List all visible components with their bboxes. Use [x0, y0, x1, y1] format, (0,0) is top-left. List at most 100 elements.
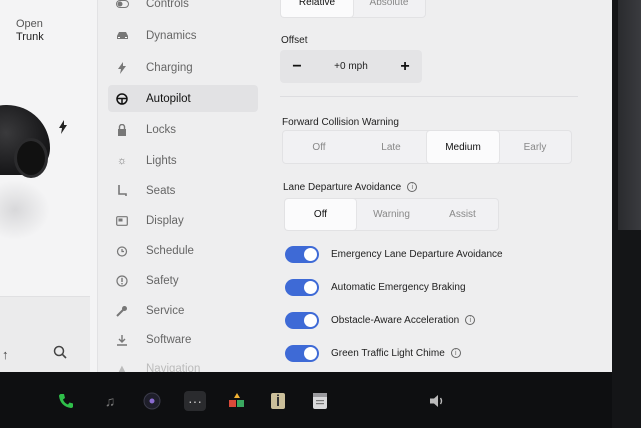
menu-item-locks[interactable]: Locks: [108, 116, 258, 143]
toggle-knob: [304, 313, 317, 327]
lda-label: Lane Departure Avoidance: [283, 182, 402, 193]
menu-item-label: Locks: [146, 123, 177, 136]
toggle-label: Obstacle-Aware Acceleration: [331, 314, 460, 326]
car-icon: [114, 31, 130, 40]
manual-icon[interactable]: [268, 391, 288, 411]
fcw-label: Forward Collision Warning: [282, 117, 399, 128]
wrench-icon: [114, 305, 130, 317]
search-icon[interactable]: [53, 345, 67, 359]
info-icon[interactable]: i: [450, 348, 461, 358]
toggle-row-obstacle-aware: Obstacle-Aware Acceleration i: [285, 310, 476, 330]
lda-option-assist[interactable]: Assist: [427, 199, 498, 230]
offset-decrease-button[interactable]: −: [290, 58, 304, 76]
menu-item-navigation[interactable]: ▲ Navigation: [108, 355, 258, 373]
light-icon: ☼: [116, 154, 128, 167]
menu-item-software[interactable]: Software: [108, 326, 258, 353]
menu-item-service[interactable]: Service: [108, 297, 258, 324]
lda-label-row: Lane Departure Avoidance i: [283, 182, 418, 193]
info-icon[interactable]: i: [465, 315, 476, 325]
menu-item-schedule[interactable]: Schedule: [108, 237, 258, 264]
menu-item-label: Display: [146, 214, 184, 227]
menu-item-label: Schedule: [146, 244, 194, 257]
menu-item-label: Safety: [146, 274, 179, 287]
safety-icon: [114, 274, 130, 287]
menu-item-dynamics[interactable]: Dynamics: [108, 22, 258, 49]
up-arrow-icon[interactable]: ↑: [2, 347, 9, 362]
green-light-chime-toggle[interactable]: [285, 344, 319, 362]
camera-icon[interactable]: [142, 391, 162, 411]
offset-label: Offset: [281, 35, 308, 46]
games-icon[interactable]: [227, 391, 247, 411]
section-divider: [280, 96, 578, 97]
toggle-row-elda: Emergency Lane Departure Avoidance: [285, 244, 503, 264]
speed-mode-absolute[interactable]: Absolute: [353, 0, 425, 17]
fcw-option-off[interactable]: Off: [283, 131, 355, 163]
offset-value: +0 mph: [334, 61, 368, 72]
fcw-option-early[interactable]: Early: [499, 131, 571, 163]
menu-item-label: Dynamics: [146, 29, 197, 42]
fcw-option-medium[interactable]: Medium: [427, 131, 499, 163]
toggle-knob: [304, 280, 317, 294]
more-icon[interactable]: ···: [184, 391, 206, 411]
speed-limit-mode-selector: Relative Absolute: [280, 0, 426, 18]
lock-icon: [114, 123, 130, 136]
download-icon: [114, 334, 130, 346]
aeb-toggle[interactable]: [285, 278, 319, 296]
toggle-label: Automatic Emergency Braking: [331, 281, 466, 293]
fcw-option-late[interactable]: Late: [355, 131, 427, 163]
menu-item-label: Service: [146, 304, 185, 317]
background-reflection: [618, 0, 641, 230]
menu-item-charging[interactable]: Charging: [108, 54, 258, 81]
elda-toggle[interactable]: [285, 245, 319, 263]
autopilot-settings: Relative Absolute Offset − +0 mph + Forw…: [275, 0, 612, 372]
info-icon[interactable]: i: [407, 182, 418, 193]
speed-mode-relative[interactable]: Relative: [281, 0, 353, 17]
toggle-label: Emergency Lane Departure Avoidance: [331, 248, 503, 260]
toggle-knob: [304, 247, 317, 261]
lda-option-warning[interactable]: Warning: [356, 199, 427, 230]
display-icon: [114, 215, 130, 226]
taskbar: ♫ ···: [0, 372, 612, 428]
navigation-icon: ▲: [116, 362, 128, 373]
menu-item-label: Software: [146, 333, 192, 346]
menu-item-lights[interactable]: ☼ Lights: [108, 147, 258, 174]
lda-option-off[interactable]: Off: [285, 199, 356, 230]
menu-item-autopilot[interactable]: Autopilot: [108, 85, 258, 112]
menu-item-label: Seats: [146, 184, 176, 197]
music-icon[interactable]: ♫: [100, 391, 120, 411]
menu-item-safety[interactable]: Safety: [108, 267, 258, 294]
menu-item-label: Lights: [146, 154, 177, 167]
trunk-control[interactable]: Open Trunk: [16, 18, 44, 44]
toggle-label: Green Traffic Light Chime: [331, 347, 445, 359]
alarm-icon: [114, 245, 130, 257]
charge-port-icon[interactable]: [58, 120, 68, 137]
toggle-knob: [304, 346, 317, 360]
volume-icon[interactable]: [428, 391, 448, 411]
steering-wheel-icon: [114, 92, 130, 105]
menu-item-label: Charging: [146, 61, 193, 74]
phone-icon[interactable]: [56, 391, 76, 411]
menu-item-seats[interactable]: Seats: [108, 177, 258, 204]
car-shadow: [0, 180, 50, 240]
settings-search-bar: ↑: [0, 296, 90, 372]
toggle-row-aeb: Automatic Emergency Braking: [285, 277, 466, 297]
seat-icon: [114, 184, 130, 197]
menu-item-display[interactable]: Display: [108, 207, 258, 234]
lda-selector: Off Warning Assist: [284, 198, 499, 231]
menu-item-label: Autopilot: [146, 92, 191, 105]
calendar-icon[interactable]: [310, 391, 330, 411]
offset-increase-button[interactable]: +: [398, 58, 412, 76]
menu-item-label: Navigation: [146, 362, 201, 373]
fcw-selector: Off Late Medium Early: [282, 130, 572, 164]
trunk-label: Trunk: [16, 31, 44, 43]
bolt-icon: [114, 61, 130, 74]
menu-item-label: Controls: [146, 0, 189, 10]
car-wheel: [14, 138, 48, 178]
toggle-icon: [114, 0, 130, 8]
offset-stepper: − +0 mph +: [280, 50, 422, 83]
touchscreen: Open Trunk ↑ Controls Dynamics Charging …: [0, 0, 612, 372]
trunk-status: Open: [16, 18, 43, 30]
menu-item-controls[interactable]: Controls: [108, 0, 258, 17]
car-panel: Open Trunk ↑: [0, 0, 98, 372]
obstacle-aware-toggle[interactable]: [285, 311, 319, 329]
